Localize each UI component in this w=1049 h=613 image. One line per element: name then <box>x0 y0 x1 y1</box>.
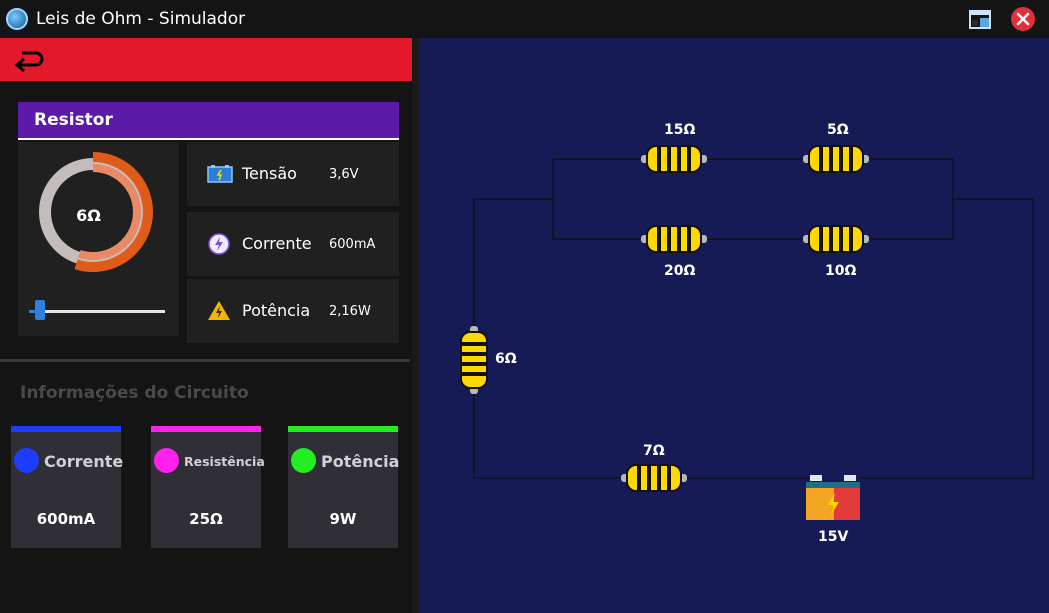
metric-label: Tensão <box>242 164 297 183</box>
resistor-10[interactable] <box>803 225 869 253</box>
restore-window-button[interactable] <box>968 7 994 31</box>
restore-window-icon <box>969 10 991 29</box>
back-button[interactable] <box>12 47 46 73</box>
metric-value: 2,16W <box>329 304 371 319</box>
resistor-20[interactable] <box>641 225 707 253</box>
resistor-label-5: 5Ω <box>827 122 849 138</box>
info-card-corrente: Corrente 600mA <box>11 426 124 548</box>
info-strip <box>288 426 398 432</box>
resistance-gauge-card: 6Ω <box>18 142 179 336</box>
info-value: 9W <box>329 510 357 528</box>
info-value: 600mA <box>36 510 96 528</box>
circuit-canvas: 15Ω 5Ω 20Ω 10Ω 6Ω 7Ω 15V <box>419 38 1049 613</box>
resistor-label-7: 7Ω <box>643 443 665 459</box>
info-card-potencia: Potência 9W <box>288 426 400 548</box>
info-label: Resistência <box>184 454 265 469</box>
info-label: Corrente <box>44 452 124 471</box>
circuit-diagram <box>460 145 1034 520</box>
return-arrow-icon <box>14 51 44 73</box>
close-button[interactable] <box>1011 7 1035 31</box>
info-value: 25Ω <box>189 510 223 528</box>
close-icon <box>1016 12 1030 26</box>
resistor-7[interactable] <box>621 464 687 492</box>
info-card-resistencia: Resistência 25Ω <box>151 426 265 548</box>
circuit-wires <box>473 158 1034 479</box>
resistance-slider-track[interactable] <box>29 310 165 313</box>
metric-potencia: Potência 2,16W <box>187 279 399 343</box>
resistor-label-20: 20Ω <box>664 263 696 279</box>
resistor-5[interactable] <box>803 145 869 173</box>
title-bar: Leis de Ohm - Simulador <box>0 0 1049 38</box>
battery-icon <box>207 165 233 183</box>
info-strip <box>151 426 261 432</box>
resistor-label-15: 15Ω <box>664 122 696 138</box>
resistor-label-10: 10Ω <box>825 263 857 279</box>
metric-corrente: Corrente 600mA <box>187 212 399 276</box>
globe-app-icon <box>6 8 28 30</box>
resistor-title: Resistor <box>34 110 113 130</box>
resistance-slider-thumb[interactable] <box>34 300 45 320</box>
resistor-header: Resistor <box>18 102 399 140</box>
circuit-info-title: Informações do Circuito <box>20 383 249 403</box>
metric-tensao: Tensão 3,6V <box>187 142 399 206</box>
battery-icon[interactable] <box>806 475 860 520</box>
resistor-6[interactable] <box>460 326 488 394</box>
info-dot <box>14 448 39 473</box>
metric-label: Potência <box>242 301 311 320</box>
battery-label: 15V <box>818 529 849 545</box>
info-dot <box>291 448 316 473</box>
info-strip <box>11 426 121 432</box>
resistor-15[interactable] <box>641 145 707 173</box>
lightning-circle-icon <box>208 233 230 255</box>
info-dot <box>154 448 179 473</box>
metric-label: Corrente <box>242 234 312 253</box>
metric-value: 3,6V <box>329 167 359 182</box>
warning-icon <box>208 301 230 320</box>
window-title: Leis de Ohm - Simulador <box>36 9 246 29</box>
gauge-value: 6Ω <box>76 206 101 225</box>
back-bar <box>0 38 412 81</box>
divider <box>0 359 410 362</box>
metric-value: 600mA <box>329 237 376 252</box>
left-panel: Resistor 6Ω Tensão 3,6V Corrente 600mA P… <box>0 38 412 613</box>
resistor-label-6: 6Ω <box>495 351 517 367</box>
info-label: Potência <box>321 452 400 471</box>
